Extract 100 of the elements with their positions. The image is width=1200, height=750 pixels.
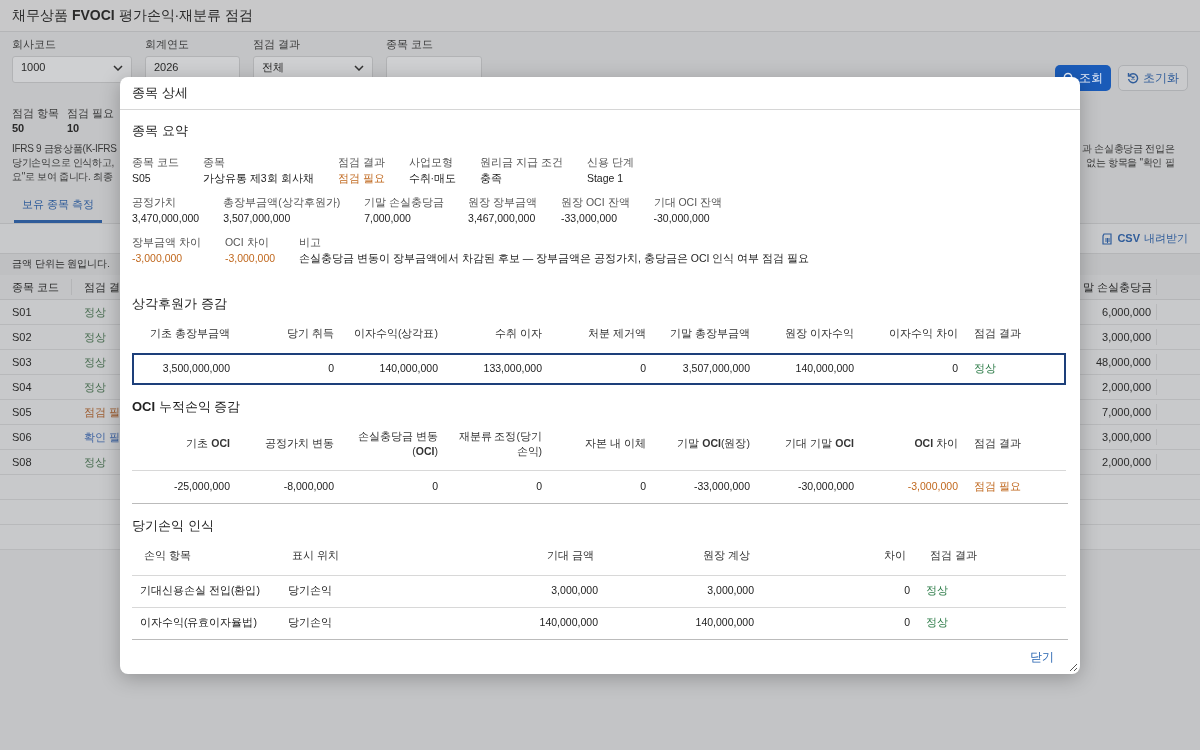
close-button[interactable]: 닫기 bbox=[1030, 648, 1054, 666]
field-value: 손실충당금 변동이 장부금액에서 차감된 후보 — 장부금액은 공정가치, 충당금은 OCI 인식 여부 점검 필요 bbox=[299, 250, 810, 266]
column-header: 손익 항목 bbox=[144, 548, 191, 561]
select-field[interactable]: 1000 bbox=[12, 56, 132, 83]
column-header: 처분 제거액 bbox=[588, 327, 646, 340]
selected-row[interactable]: 3,500,000,000 0 140,000,000 133,000,000 0 3,507,000,000 140,000,000 0 정상 bbox=[132, 353, 1066, 385]
table-cell: -30,000,000 bbox=[797, 479, 854, 492]
column-header: 기말 총장부금액 bbox=[670, 327, 750, 340]
description-text: 요"로 보여 줍니다. 최종 bbox=[12, 170, 114, 184]
csv-download-button[interactable]: CSV 내려받기 bbox=[1101, 230, 1188, 247]
field-label: 점검 결과 bbox=[337, 154, 385, 170]
chevron-down-icon bbox=[354, 64, 364, 71]
table-cell-text: S03 bbox=[11, 354, 33, 370]
table-cell-text: S06 bbox=[11, 429, 33, 445]
column-header: 표시 위치 bbox=[292, 548, 339, 561]
description-text: 당기손익으로 인식하고, bbox=[12, 156, 115, 170]
status-text: 정상 bbox=[926, 584, 948, 597]
table-cell: 당기손익 bbox=[288, 616, 332, 629]
field-value: -3,000,000 bbox=[132, 250, 184, 266]
column-header: 자본 내 이체 bbox=[585, 437, 646, 450]
table-cell: 0 bbox=[536, 479, 542, 492]
column-header: 이자수익 차이 bbox=[889, 327, 958, 340]
field-label: 종목 코드 bbox=[132, 154, 179, 170]
resize-handle-icon[interactable] bbox=[1069, 663, 1078, 672]
column-header: 기초 OCI bbox=[186, 437, 230, 450]
table-cell: 133,000,000 bbox=[483, 362, 542, 375]
description-text: IFRS 9 금융상품(K-IFRS bbox=[12, 142, 118, 156]
field-label: OCI 차이 bbox=[224, 234, 270, 250]
table-cell-text: S02 bbox=[11, 329, 33, 345]
table-row[interactable]: 이자수익(유효이자율법) 당기손익 140,000,000 140,000,000 0 정상 bbox=[132, 607, 1066, 639]
field-value: -30,000,000 bbox=[653, 210, 711, 226]
column-header: 점검 결과 bbox=[974, 327, 1021, 340]
table-cell: 기대신용손실 전입(환입) bbox=[140, 584, 260, 597]
table-cell: 3,507,000,000 bbox=[682, 362, 750, 375]
column-header: 원장 계상 bbox=[703, 548, 750, 561]
status-text: 점검 필 bbox=[82, 404, 120, 420]
status-text: 점검 필요 bbox=[974, 479, 1021, 492]
field-value: 3,507,000,000 bbox=[223, 210, 292, 226]
table-cell: 0 bbox=[640, 362, 646, 375]
table-cell: 당기손익 bbox=[288, 584, 332, 597]
table-cell-text: S01 bbox=[11, 304, 33, 320]
column-header: 수취 이자 bbox=[495, 327, 542, 340]
column-header: 점검 결과 bbox=[974, 437, 1021, 450]
section-title: 종목 요약 bbox=[132, 122, 189, 140]
column-header: 종목 코드 bbox=[0, 278, 72, 296]
field-value: 충족 bbox=[480, 170, 504, 186]
field-value: 점검 필요 bbox=[337, 170, 385, 186]
column-header: 기대 금액 bbox=[547, 548, 594, 561]
column-header: 점검 결 bbox=[82, 279, 120, 295]
page-title: 채무상품 FVOCI 평가손익·재분류 점검 bbox=[12, 6, 254, 25]
filter-label: 회사코드 bbox=[12, 37, 57, 51]
field-label: 원장 장부금액 bbox=[468, 194, 537, 210]
table-row[interactable]: 기대신용손실 전입(환입) 당기손익 3,000,000 3,000,000 0 정상 bbox=[132, 575, 1066, 607]
description-text: 과 손실충당금 전입은 bbox=[1081, 142, 1175, 156]
reset-button[interactable]: 초기화 bbox=[1118, 65, 1188, 91]
column-header: 공정가치 변동 bbox=[265, 437, 334, 450]
field-value: Stage 1 bbox=[586, 170, 625, 186]
status-text: 정상 bbox=[83, 379, 106, 395]
table-cell: 0 bbox=[432, 479, 438, 492]
field-value: 가상유통 제3회 회사채 bbox=[202, 170, 314, 186]
status-text: 정상 bbox=[83, 304, 106, 320]
status-text: 정상 bbox=[926, 616, 948, 629]
status-text: 정상 bbox=[83, 354, 106, 370]
field-label: 종목 bbox=[202, 154, 226, 170]
table-cell: 0 bbox=[640, 479, 646, 492]
field-label: 공정가치 bbox=[132, 194, 177, 210]
stat-label: 점검 항목 bbox=[12, 106, 59, 121]
table-row[interactable]: -25,000,000 -8,000,000 0 0 0 -33,000,000 -30,000,000 -3,000,000 점검 필요 bbox=[132, 470, 1066, 503]
column-header: 기대 기말 OCI bbox=[785, 437, 854, 450]
filter-label: 점검 결과 bbox=[253, 37, 302, 51]
chevron-down-icon bbox=[113, 64, 123, 71]
table-cell: -25,000,000 bbox=[173, 479, 230, 492]
table-cell-text: S04 bbox=[11, 379, 33, 395]
dialog-title: 종목 상세 bbox=[132, 84, 188, 103]
spreadsheet-icon bbox=[1101, 232, 1114, 245]
field-label: 장부금액 차이 bbox=[132, 234, 201, 250]
filter-label: 종목 코드 bbox=[386, 37, 435, 51]
table-cell-text: S08 bbox=[11, 454, 33, 470]
field-value: 3,467,000,000 bbox=[468, 210, 537, 226]
table-cell: 140,000,000 bbox=[379, 362, 438, 375]
table-cell: 140,000,000 bbox=[695, 616, 754, 629]
field-value: 수취·매도 bbox=[408, 170, 457, 186]
table-cell: 140,000,000 bbox=[539, 616, 598, 629]
column-header: OCI 차이 bbox=[914, 437, 958, 450]
field-label: 사업모형 bbox=[408, 154, 454, 170]
column-header: 재분류 조정(당기손익) bbox=[458, 429, 542, 458]
field-label: 신용 단계 bbox=[586, 154, 634, 170]
column-header: 손실충당금 변동(OCI) bbox=[358, 429, 438, 458]
table-cell: 3,000,000 bbox=[551, 584, 598, 597]
field-label: 원장 OCI 잔액 bbox=[561, 194, 630, 210]
field-label: 기대 OCI 잔액 bbox=[653, 194, 723, 210]
status-text: 정상 bbox=[83, 329, 106, 345]
unit-note: 금액 단위는 원입니다. bbox=[12, 257, 110, 272]
table-cell-text: S05 bbox=[11, 404, 33, 420]
table-cell: 0 bbox=[328, 362, 334, 375]
field-value: S05 bbox=[132, 170, 152, 186]
table-cell: 0 bbox=[904, 584, 910, 597]
reset-icon bbox=[1127, 72, 1139, 84]
field-value: -3,000,000 bbox=[224, 250, 276, 266]
table-cell: 이자수익(유효이자율법) bbox=[140, 616, 257, 629]
